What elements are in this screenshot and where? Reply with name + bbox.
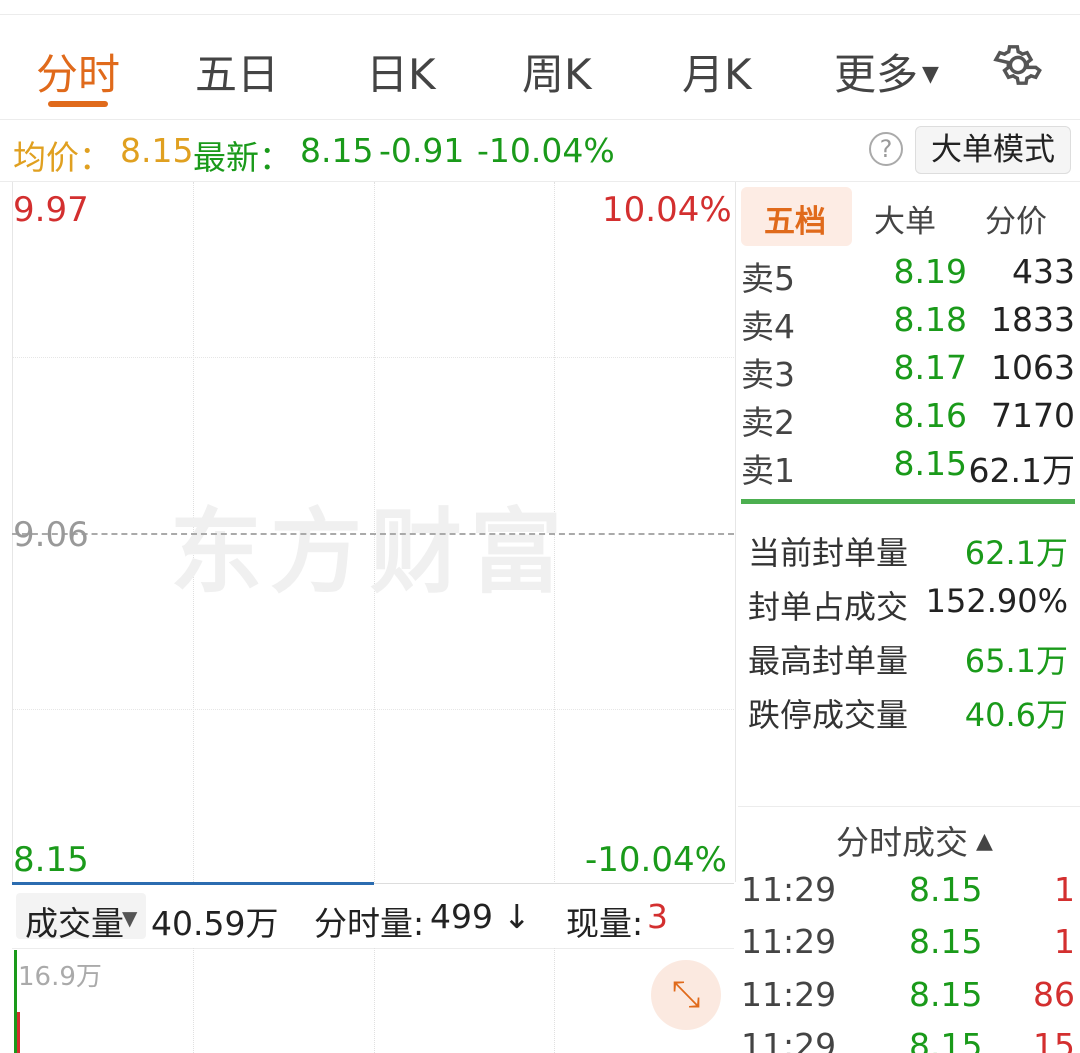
seal-stat-value: 62.1万 [964,534,1068,572]
price-change-pct: -10.04% [477,131,615,170]
seal-stat-row: 最高封单量 65.1万 [748,636,1068,686]
trade-volume: 1 [1054,922,1075,961]
ob-price: 8.15 [893,444,967,483]
order-book-row: 卖2 8.16 7170 [741,396,1075,444]
grid-line [193,948,194,1053]
trade-time: 11:29 [741,922,837,961]
ob-price: 8.16 [893,396,967,435]
ob-price: 8.19 [893,252,967,291]
price-change: -0.91 [379,131,465,170]
grid-line [12,709,734,710]
order-book-row: 卖5 8.19 433 [741,252,1075,300]
trade-volume: 86 [1033,975,1075,1014]
current-volume-label: 现量: [566,904,644,943]
ob-price: 8.18 [893,300,967,339]
pct-high-label: 10.04% [602,190,732,230]
tab-weekly-k[interactable]: 周K [522,41,592,102]
chart-period-tabs: 分时 五日 日K 周K 月K 更多 ▼ [0,14,1080,120]
seal-stat-row: 当前封单量 62.1万 [748,528,1068,578]
price-mid-label: 9.06 [13,515,89,555]
trade-volume: 15 [1033,1026,1075,1053]
watermark: 东方财富 [170,499,571,606]
trade-row: 11:29 8.15 86 [741,975,1075,1027]
trade-volume: 1 [1054,870,1075,909]
tab-more[interactable]: 更多 ▼ [834,41,939,102]
caret-down-icon: ▼ [122,906,138,930]
order-book-row: 卖4 8.18 1833 [741,300,1075,348]
expand-icon[interactable]: ⤡ [651,960,721,1030]
trade-row: 11:29 8.15 1 [741,870,1075,922]
minute-volume-label: 分时量: [314,904,425,943]
active-tab-indicator [48,101,108,107]
trade-price: 8.15 [909,1026,983,1053]
ob-volume: 1833 [991,300,1075,339]
latest-price-label: 最新： [193,138,292,177]
seal-stat-value: 152.90% [925,582,1068,620]
tab-intraday[interactable]: 分时 [36,41,120,102]
chart-baseline [374,883,734,884]
order-book-divider [741,499,1075,504]
ob-price: 8.17 [893,348,967,387]
trade-row: 11:29 8.15 15 [741,1026,1075,1053]
trade-list-title[interactable]: 分时成交 ▲ [836,816,993,864]
order-book-row: 卖3 8.17 1063 [741,348,1075,396]
price-low-label: 8.15 [13,840,89,880]
ob-volume: 1063 [991,348,1075,387]
ob-level: 卖3 [741,355,795,394]
ob-level: 卖1 [741,451,795,490]
current-volume-value: 3 [647,897,668,936]
big-order-mode-button[interactable]: 大单模式 [915,126,1071,174]
latest-price-value: 8.15 [300,131,374,170]
ob-volume: 7170 [991,396,1075,435]
volume-total: 40.59万 [151,904,279,943]
avg-price-label: 均价： [13,138,112,177]
seal-stat-label: 封单占成交 [748,588,909,626]
seal-stat-label: 跌停成交量 [748,696,909,734]
ob-volume: 433 [1012,252,1075,291]
seal-stat-label: 当前封单量 [748,534,909,572]
price-high-label: 9.97 [13,190,89,230]
tab-big-orders[interactable]: 大单 [874,196,936,241]
minute-volume-value: 499 [430,897,493,936]
seal-stat-value: 40.6万 [964,696,1068,734]
tab-monthly-k[interactable]: 月K [682,41,752,102]
tab-more-label: 更多 [834,50,919,99]
trade-price: 8.15 [909,922,983,961]
help-icon[interactable]: ? [869,132,903,166]
seal-stat-row: 封单占成交 152.90% [748,582,1068,632]
trade-time: 11:29 [741,1026,837,1053]
trade-row: 11:29 8.15 1 [741,922,1075,974]
volume-axis-max: 16.9万 [18,962,102,992]
caret-up-icon: ▲ [976,829,993,854]
tab-five-day[interactable]: 五日 [195,41,279,102]
trade-time: 11:29 [741,975,837,1014]
volume-indicator-label: 成交量 [25,904,124,943]
grid-line [374,948,375,1053]
trade-price: 8.15 [909,870,983,909]
ob-level: 卖5 [741,259,795,298]
trade-time: 11:29 [741,870,837,909]
grid-line [554,948,555,1053]
ob-volume: 62.1万 [968,451,1075,490]
ob-level: 卖4 [741,307,795,346]
volume-bar [17,1012,20,1053]
order-book-row: 卖1 8.15 62.1万 [741,444,1075,492]
seal-stat-value: 65.1万 [964,642,1068,680]
trade-price: 8.15 [909,975,983,1014]
seal-stat-label: 最高封单量 [748,642,909,680]
avg-price-value: 8.15 [120,131,194,170]
gear-icon[interactable] [992,39,1044,91]
tab-five-levels[interactable]: 五档 [764,196,826,241]
ob-level: 卖2 [741,403,795,442]
trade-title-label: 分时成交 [836,823,968,862]
tab-price-distribution[interactable]: 分价 [985,196,1047,241]
tab-daily-k[interactable]: 日K [366,41,436,102]
down-arrow-icon: ↓ [503,897,531,936]
price-line [12,882,374,885]
pct-low-label: -10.04% [585,840,727,880]
prev-close-line [12,533,734,535]
grid-line [12,357,734,358]
caret-down-icon: ▼ [922,62,939,87]
seal-stat-row: 跌停成交量 40.6万 [748,690,1068,740]
